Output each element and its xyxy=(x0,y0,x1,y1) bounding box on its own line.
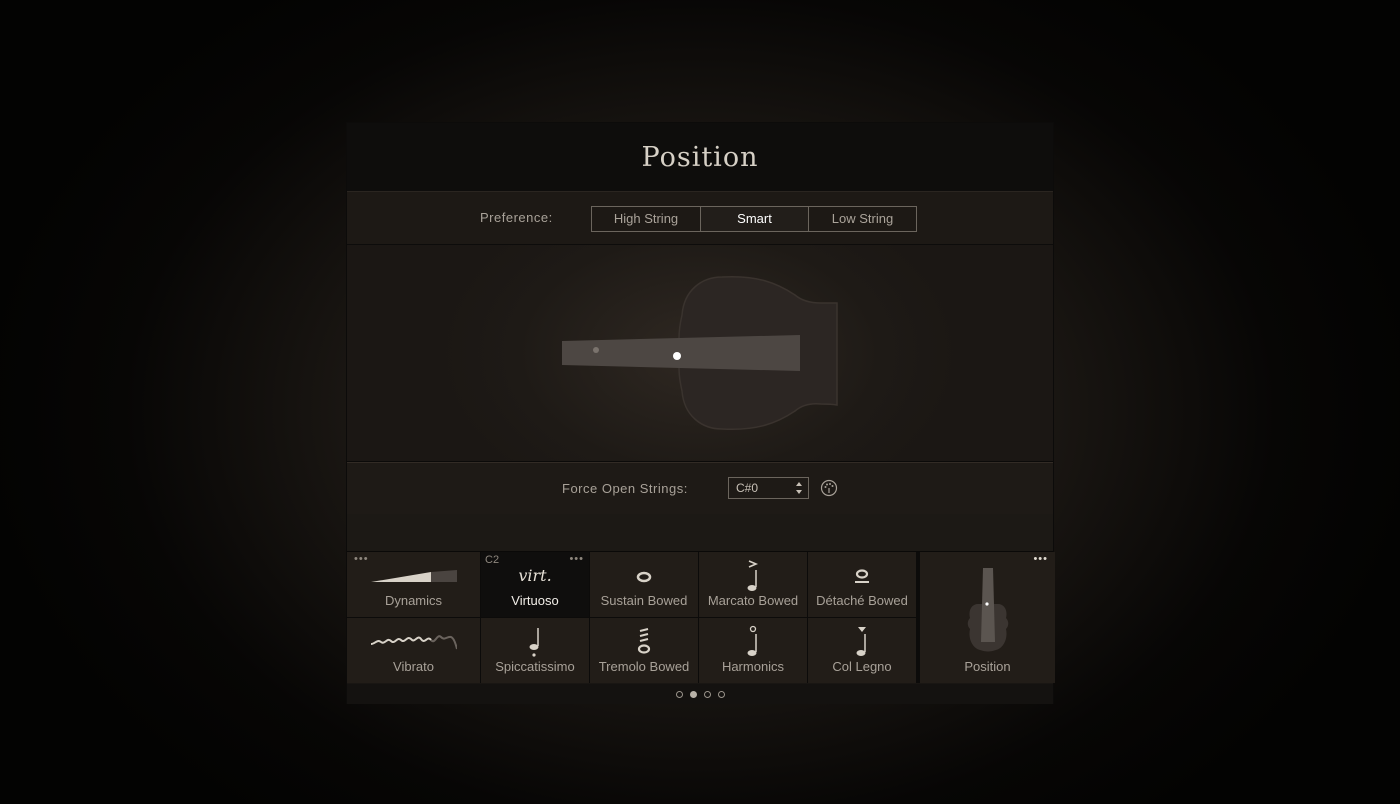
pref-low-string-button[interactable]: Low String xyxy=(808,207,916,231)
fingerboard-shape xyxy=(562,335,800,371)
position-label: Position xyxy=(964,659,1011,674)
spacer-row xyxy=(347,514,1053,552)
tremolo-note-icon xyxy=(637,628,651,654)
pref-high-string-button[interactable]: High String xyxy=(592,207,700,231)
page-title: Position xyxy=(641,141,759,173)
force-open-label: Force Open Strings: xyxy=(562,481,688,496)
force-open-strings-row: Force Open Strings: C#0 xyxy=(347,462,1053,515)
vibrato-wave-icon xyxy=(370,635,457,650)
marcato-bowed-label: Marcato Bowed xyxy=(707,593,799,608)
page-dot-4[interactable] xyxy=(717,690,725,698)
detache-bowed-cell[interactable]: Détaché Bowed xyxy=(808,552,916,617)
staccato-note-icon xyxy=(529,628,539,657)
more-options-icon[interactable]: ••• xyxy=(354,553,369,565)
spiccatissimo-cell[interactable]: Spiccatissimo xyxy=(481,618,589,683)
vibrato-cell[interactable]: Vibrato xyxy=(347,618,480,683)
pref-smart-button[interactable]: Smart xyxy=(700,207,808,231)
virtuoso-label: Virtuoso xyxy=(511,593,559,608)
preference-selector: High String Smart Low String xyxy=(591,206,917,232)
force-open-value: C#0 xyxy=(736,481,759,495)
harmonic-note-icon xyxy=(747,625,757,656)
midi-learn-icon[interactable] xyxy=(820,479,838,497)
detache-bowed-label: Détaché Bowed xyxy=(816,593,908,608)
position-cell[interactable]: ••• Position xyxy=(920,552,1055,683)
col-legno-cell[interactable]: Col Legno xyxy=(808,618,916,683)
sustain-bowed-label: Sustain Bowed xyxy=(600,593,688,608)
col-legno-note-icon xyxy=(856,627,866,656)
more-options-icon[interactable]: ••• xyxy=(1033,553,1048,565)
open-position-marker xyxy=(593,347,599,353)
keyswitch-label: C2 xyxy=(485,554,500,566)
harmonics-cell[interactable]: Harmonics xyxy=(699,618,807,683)
whole-note-icon xyxy=(636,571,652,583)
page-dot-2[interactable] xyxy=(689,690,697,698)
tenuto-note-icon xyxy=(855,569,869,583)
tremolo-bowed-cell[interactable]: Tremolo Bowed xyxy=(590,618,698,683)
page-dot-3[interactable] xyxy=(703,690,711,698)
preference-label: Preference: xyxy=(480,210,553,225)
marcato-note-icon xyxy=(747,560,759,591)
position-panel: Position Preference: High String Smart L… xyxy=(346,122,1055,704)
title-bar: Position xyxy=(347,123,1053,192)
sustain-bowed-cell[interactable]: Sustain Bowed xyxy=(590,552,698,617)
dynamics-cell[interactable]: ••• Dynamics xyxy=(347,552,480,617)
harmonics-label: Harmonics xyxy=(721,659,785,674)
col-legno-label: Col Legno xyxy=(832,659,892,674)
dynamics-label: Dynamics xyxy=(384,593,443,608)
spiccatissimo-label: Spiccatissimo xyxy=(495,659,575,674)
marcato-bowed-cell[interactable]: Marcato Bowed xyxy=(699,552,807,617)
force-open-stepper[interactable]: C#0 xyxy=(728,477,809,499)
violin-position-icon xyxy=(967,568,1008,652)
virtuoso-cell[interactable]: C2 ••• virt. Virtuoso xyxy=(481,552,589,617)
current-position-marker[interactable] xyxy=(673,352,681,360)
page-indicator xyxy=(347,684,1053,704)
dynamics-wedge-icon xyxy=(370,570,457,582)
virtuoso-symbol: virt. xyxy=(518,566,552,585)
tremolo-bowed-label: Tremolo Bowed xyxy=(598,659,690,674)
preference-row: Preference: High String Smart Low String xyxy=(347,192,1053,245)
stepper-arrows-icon[interactable] xyxy=(795,480,803,496)
page-dot-1[interactable] xyxy=(675,690,683,698)
fingerboard-visualization xyxy=(347,245,1053,462)
more-options-icon[interactable]: ••• xyxy=(569,553,584,565)
vibrato-label: Vibrato xyxy=(393,659,434,674)
articulation-grid: ••• Dynamics Vibrato C2 ••• virt. Virtuo… xyxy=(347,552,1055,683)
